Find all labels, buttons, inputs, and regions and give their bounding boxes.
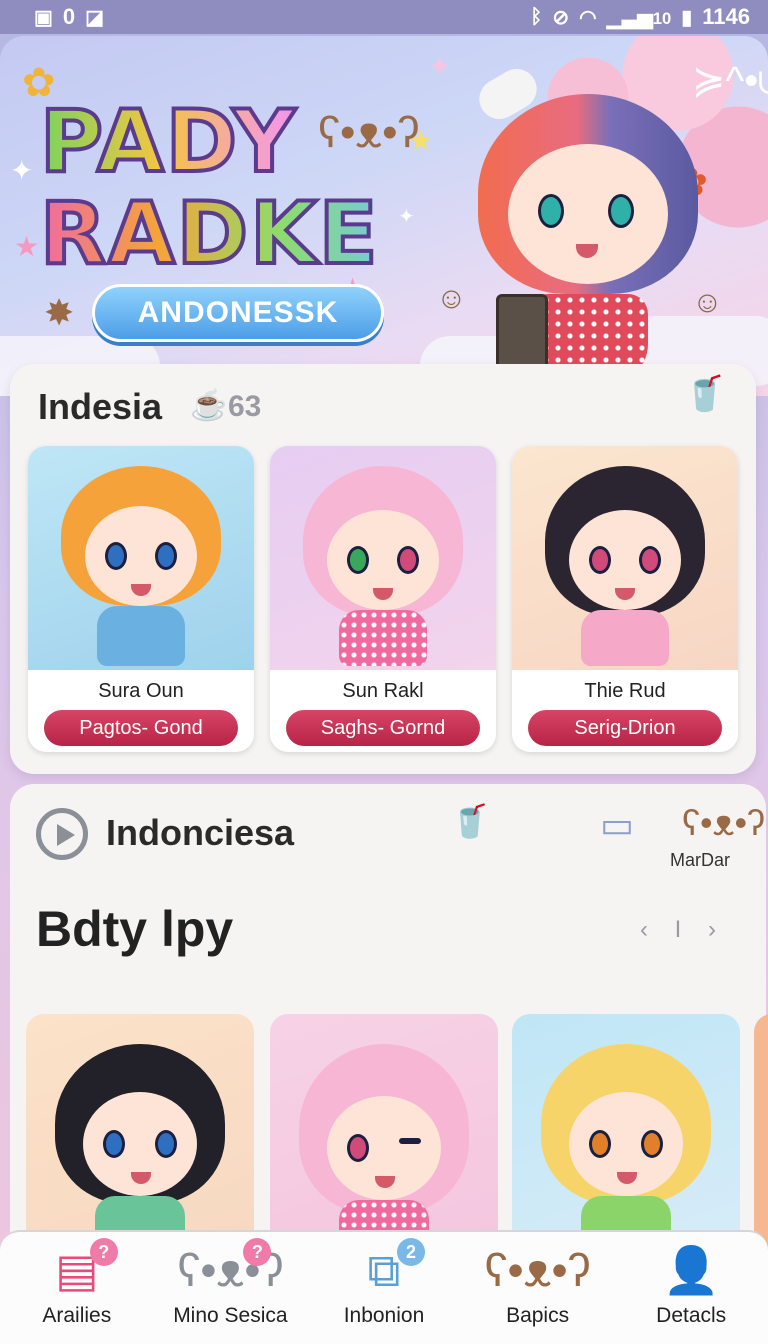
character-card[interactable]: Sura Oun Pagtos- Gond [28, 446, 254, 752]
featured-section: Indesia ☕ 63 🥤 Sura Oun Pagtos- Gond Sun… [10, 364, 756, 774]
next-tile-peek [754, 1014, 768, 1260]
character-action-button[interactable]: Pagtos- Gond [44, 710, 238, 746]
hero-mascot-illustration [468, 61, 708, 394]
nav-item-inbonion[interactable]: ⧉ 2 Inbonion [309, 1238, 459, 1328]
hero-action-button[interactable]: ANDONESSK [92, 284, 384, 342]
nav-label: Bapics [506, 1304, 570, 1327]
nav-item-mino-sesica[interactable]: ʕ•ᴥ•ʔ ? Mino Sesica [155, 1238, 305, 1328]
logo-line-1: PADY [38, 94, 400, 190]
mascot-icon: ʕ•ᴥ•ʔ [177, 1244, 284, 1296]
pager-controls[interactable]: ‹ I › [640, 916, 726, 944]
battery-icon: ▮ [681, 6, 693, 29]
sparkle-icon: ✦ [398, 206, 415, 228]
character-action-button[interactable]: Saghs- Gornd [286, 710, 480, 746]
drink-icon: 🥤 [450, 803, 490, 839]
section-title: Indesia [38, 386, 163, 427]
star-icon: ★ [14, 231, 40, 262]
character-name: Thie Rud [584, 680, 666, 702]
sparkle-icon: ✦ [10, 155, 34, 186]
corner-label: MarDar [670, 850, 731, 870]
status-time: 1146 [702, 4, 750, 29]
nav-label: Mino Sesica [173, 1304, 288, 1327]
nav-item-arailies[interactable]: ▤ ? Arailies [2, 1238, 152, 1328]
signal-text: 10 [652, 8, 672, 28]
character-image [512, 446, 738, 670]
status-bar: ▣ 0 ◪ ᛒ ⊘ ◠ ▁▃▅10 ▮ 1146 [0, 0, 768, 34]
cookie-icon: ✸ [44, 292, 75, 333]
hero-banner: ✿ ★ ✦ ★ ✦ ✦ ★ ✸ ʕ•ᴥ•ʔ ≽^•⩊•^≼ ✿ PADY RAD… [0, 36, 768, 396]
mini-character-icon: ☺ [436, 282, 467, 315]
list-icon: ▤ [55, 1244, 99, 1296]
sparkle-icon: ✦ [428, 51, 452, 82]
flag-icon: ◪ [85, 6, 105, 29]
section-count: 63 [228, 390, 262, 423]
character-tile[interactable] [512, 1014, 740, 1260]
bluetooth-icon: ᛒ [530, 5, 543, 28]
status-left-text: 0 [62, 4, 76, 29]
bear-icon[interactable]: ʕ•ᴥ•ʔ [682, 802, 765, 844]
calendar-icon: ▣ [34, 6, 53, 29]
character-tile[interactable] [26, 1014, 254, 1260]
user-icon: 👤 [662, 1244, 720, 1296]
nav-label: Inbonion [343, 1304, 425, 1327]
bottom-navigation: ▤ ? Arailies ʕ•ᴥ•ʔ ? Mino Sesica ⧉ 2 Inb… [0, 1230, 768, 1344]
character-image [28, 446, 254, 670]
nav-item-bapics[interactable]: ʕ•ᴥ•ʔ Bapics [463, 1240, 613, 1328]
play-icon[interactable] [36, 808, 88, 860]
character-image [270, 446, 496, 670]
character-card[interactable]: Sun Rakl Saghs- Gornd [270, 446, 496, 752]
character-card[interactable]: Thie Rud Serig-Drion [512, 446, 738, 752]
nav-label: Detacls [656, 1304, 727, 1327]
mini-character-icon: ☺ [692, 286, 723, 319]
section-title: Indonciesa [106, 812, 295, 853]
bag-icon[interactable]: ▭ [600, 804, 634, 846]
character-name: Sura Oun [98, 680, 184, 702]
app-logo: PADY RADKE [38, 94, 400, 282]
cup-icon: ☕ [190, 389, 228, 422]
bear-icon: ʕ•ᴥ•ʔ [484, 1244, 591, 1296]
wifi-icon: ◠ [579, 6, 597, 29]
nav-badge: ? [89, 1238, 118, 1266]
nav-badge: 2 [396, 1238, 425, 1266]
character-action-button[interactable]: Serig-Drion [528, 710, 722, 746]
signal-icon: ▁▃▅10 [606, 6, 672, 29]
app-frame: ✿ ★ ✦ ★ ✦ ✦ ★ ✸ ʕ•ᴥ•ʔ ≽^•⩊•^≼ ✿ PADY RAD… [0, 36, 768, 1344]
character-tile[interactable] [270, 1014, 498, 1260]
mute-icon: ⊘ [552, 6, 570, 29]
box-icon: ⧉ [367, 1244, 401, 1296]
logo-line-2: RADKE [38, 186, 400, 282]
section-subtitle: Bdty lpy [36, 901, 234, 957]
character-name: Sun Rakl [342, 680, 424, 702]
nav-item-detacls[interactable]: 👤 Detacls [616, 1240, 766, 1328]
drink-icon: 🥤 [683, 375, 726, 413]
nav-label: Arailies [42, 1304, 112, 1327]
